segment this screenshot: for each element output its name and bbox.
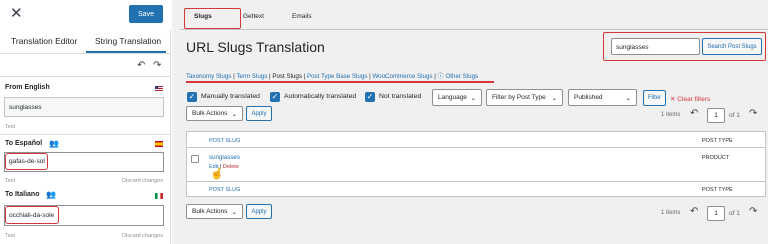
- chevron-down-icon: ⌄: [231, 208, 237, 216]
- label-manually-translated: Manually translated: [201, 93, 260, 100]
- delete-link[interactable]: Delete: [223, 164, 239, 170]
- people-icon: 👥: [46, 190, 56, 199]
- prev-page-icon[interactable]: ↶: [690, 109, 698, 119]
- checkbox-manually-translated[interactable]: ✓: [187, 92, 197, 102]
- tab-slugs[interactable]: Slugs: [194, 13, 212, 20]
- current-page-input[interactable]: 1: [707, 108, 725, 123]
- translation-editor-panel: ✕ Save Translation Editor String Transla…: [0, 0, 171, 244]
- checkbox-not-translated[interactable]: ✓: [365, 92, 375, 102]
- link-post-type-base-slugs[interactable]: Post Type Base Slugs: [307, 73, 367, 80]
- field-type-es: Text: [5, 178, 16, 184]
- clear-filters-link[interactable]: ✕ Clear filters: [670, 95, 710, 103]
- translation-value-it: occhiali-da-sole: [9, 212, 55, 219]
- close-icon: ✕: [670, 96, 676, 103]
- label-not-translated: Not translated: [379, 93, 422, 100]
- link-taxonomy-slugs[interactable]: Taxonomy Slugs: [186, 73, 231, 80]
- post-type-select[interactable]: Filter by Post Type ⌄: [486, 89, 563, 106]
- italy-flag-icon: [155, 193, 163, 199]
- translation-value-es: gafas-de-sol: [9, 158, 45, 165]
- bulk-actions-value: Bulk Actions: [192, 110, 228, 117]
- source-language-label: From English: [5, 84, 50, 91]
- save-button[interactable]: Save: [129, 5, 163, 23]
- source-field-type: Text: [5, 124, 16, 130]
- us-flag-icon: [155, 86, 163, 92]
- source-text-value: sunglasses: [9, 104, 42, 111]
- next-page-icon[interactable]: ↷: [749, 207, 757, 217]
- row-checkbox[interactable]: [191, 155, 199, 163]
- column-header-post-type: POST TYPE: [702, 138, 733, 144]
- next-page-icon[interactable]: ↷: [749, 109, 757, 119]
- column-header-post-slug[interactable]: POST SLUG: [209, 138, 240, 144]
- discard-changes-it[interactable]: Discard changes: [122, 233, 163, 239]
- redo-icon[interactable]: ↷: [153, 61, 161, 71]
- highlight-box: [184, 8, 241, 29]
- spain-flag-icon: [155, 141, 163, 147]
- link-woocommerce-slugs[interactable]: WooCommerce Slugs: [372, 73, 432, 80]
- slug-type-links: Taxonomy Slugs | Term Slugs | Post Slugs…: [186, 73, 479, 80]
- highlight-underline: [186, 81, 494, 83]
- target-language-label-es: To Español: [5, 140, 43, 147]
- tabs-divider: [180, 29, 768, 30]
- items-count-bottom: 1 items: [661, 210, 681, 216]
- target-language-label-it: To Italiano: [5, 191, 40, 198]
- divider: [0, 134, 171, 135]
- table-divider: [187, 181, 765, 182]
- info-icon: ⓘ: [437, 73, 444, 80]
- bulk-actions-value: Bulk Actions: [192, 208, 228, 215]
- slugs-table: [186, 131, 766, 197]
- tab-translation-editor[interactable]: Translation Editor: [11, 36, 77, 46]
- status-select-value: Published: [574, 94, 603, 101]
- discard-changes-es[interactable]: Discard changes: [122, 178, 163, 184]
- link-post-slugs[interactable]: Post Slugs: [272, 73, 302, 80]
- column-footer-post-slug[interactable]: POST SLUG: [209, 187, 240, 193]
- checkbox-automatically-translated[interactable]: ✓: [270, 92, 280, 102]
- language-select[interactable]: Language ⌄: [432, 89, 482, 106]
- close-icon[interactable]: ✕: [10, 6, 23, 21]
- divider: [0, 76, 171, 77]
- link-other-slugs[interactable]: Other Slugs: [445, 73, 478, 80]
- search-input[interactable]: sunglasses: [611, 38, 700, 55]
- search-post-slugs-button[interactable]: Search Post Slugs: [702, 38, 762, 55]
- page-title: URL Slugs Translation: [186, 39, 325, 55]
- label-automatically-translated: Automatically translated: [284, 93, 357, 100]
- chevron-down-icon: ⌄: [625, 94, 631, 102]
- language-select-value: Language: [438, 94, 467, 101]
- clear-filters-label: Clear filters: [677, 96, 711, 103]
- cursor-hand-icon: ☝: [210, 168, 224, 180]
- chevron-down-icon: ⌄: [470, 94, 476, 102]
- apply-button-bottom[interactable]: Apply: [246, 204, 272, 219]
- undo-icon[interactable]: ↶: [137, 61, 145, 71]
- table-divider: [187, 147, 765, 148]
- total-pages: of 1: [729, 112, 740, 119]
- row-slug-link[interactable]: sunglasses: [209, 154, 240, 161]
- filter-button[interactable]: Filter: [643, 90, 666, 106]
- divider: [0, 53, 171, 54]
- column-footer-post-type: POST TYPE: [702, 187, 733, 193]
- status-select[interactable]: Published ⌄: [568, 89, 637, 106]
- current-page-input-bottom[interactable]: 1: [707, 206, 725, 221]
- chevron-down-icon: ⌄: [231, 110, 237, 118]
- link-term-slugs[interactable]: Term Slugs: [236, 73, 267, 80]
- tab-string-translation[interactable]: String Translation: [95, 36, 161, 46]
- prev-page-icon[interactable]: ↶: [690, 207, 698, 217]
- tab-gettext[interactable]: Gettext: [243, 13, 264, 20]
- row-post-type: PRODUCT: [702, 155, 730, 161]
- bulk-actions-select-bottom[interactable]: Bulk Actions ⌄: [186, 204, 243, 219]
- field-type-it: Text: [5, 233, 16, 239]
- post-type-select-value: Filter by Post Type: [492, 94, 546, 101]
- tab-emails[interactable]: Emails: [292, 13, 312, 20]
- people-icon: 👥: [49, 139, 59, 148]
- apply-button[interactable]: Apply: [246, 106, 272, 121]
- chevron-down-icon: ⌄: [551, 94, 557, 102]
- total-pages-bottom: of 1: [729, 210, 740, 217]
- bulk-actions-select[interactable]: Bulk Actions ⌄: [186, 106, 243, 121]
- items-count: 1 items: [661, 112, 681, 118]
